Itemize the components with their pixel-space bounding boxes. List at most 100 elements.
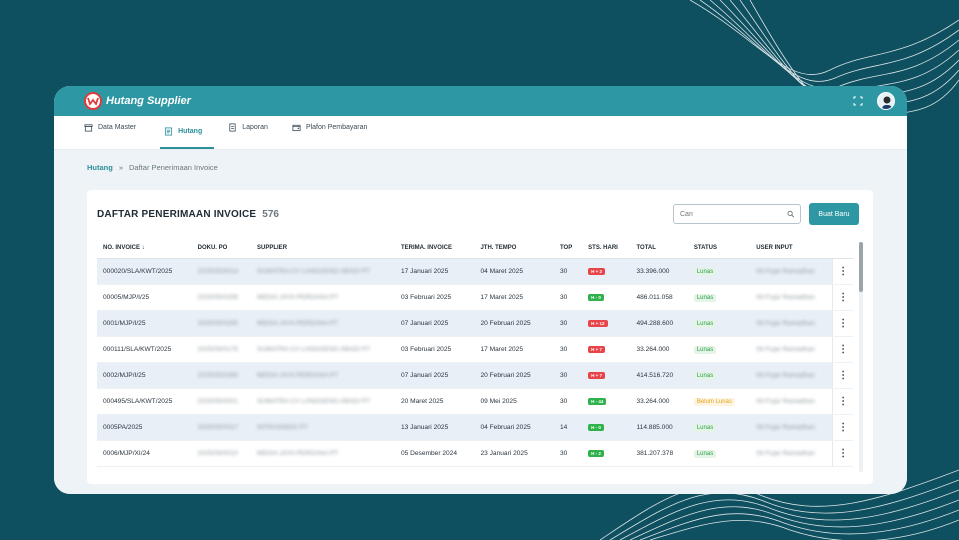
cell-top: 30 [553,310,583,337]
cell-user-input: Sti Fujar Ramadhan [750,414,833,441]
column-header-supplier[interactable]: SUPPLIER [251,238,395,259]
cell-supplier: INTRASINDO PT [251,414,395,441]
app-title: Hutang Supplier [106,95,191,107]
cell-top: 30 [553,388,583,415]
column-header-actions [832,238,853,259]
cell-doku-po: 2025/05/0001 [191,388,252,415]
breadcrumb: Hutang » Daftar Penerimaan Invoice [87,158,873,176]
more-options-icon[interactable]: ⋮ [838,448,848,459]
more-options-icon[interactable]: ⋮ [838,292,848,303]
more-options-icon[interactable]: ⋮ [838,370,848,381]
search-input[interactable] [680,210,787,218]
cell-actions: ⋮ [832,310,853,337]
cell-no-invoice[interactable]: 0002/MJP/I/25 [97,362,192,389]
column-header-status[interactable]: STATUS [687,238,751,259]
cell-jth-tempo: 20 Februari 2025 [474,362,554,389]
more-options-icon[interactable]: ⋮ [838,422,848,433]
sts-hari-badge: H + 7 [588,371,606,379]
cell-jth-tempo: 04 Februari 2025 [474,414,554,441]
cell-no-invoice[interactable]: 000111/SLA/KWT/2025 [97,336,192,363]
cell-no-invoice[interactable]: 0006/MJP/XI/24 [97,440,192,467]
cell-no-invoice[interactable]: 0005PA/2025 [97,414,192,441]
table-row[interactable]: 000495/SLA/KWT/2025 2025/05/0001 SUMATRA C… [97,388,853,415]
cell-sts-hari: H - 0 [582,284,631,311]
cell-status: Belum Lunas [687,388,751,415]
invoice-list-card: DAFTAR PENERIMAAN INVOICE 576 Buat Baru … [87,190,873,484]
cell-supplier: MEDIA JAYA PERDANA PT [251,310,395,337]
cell-jth-tempo: 23 Januari 2025 [474,440,554,467]
menu-item-hutang[interactable]: Hutang [160,115,215,149]
create-new-button[interactable]: Buat Baru [809,203,859,225]
search-box [673,204,801,224]
column-header-top[interactable]: TOP [553,238,583,259]
column-header-terima-invoice[interactable]: TERIMA. INVOICE [394,238,475,259]
table-row[interactable]: 00005/MJP/I/25 2025/05/0256 MEDIA JAYA PER… [97,284,853,311]
scrollbar-thumb[interactable] [859,242,863,292]
more-options-icon[interactable]: ⋮ [838,396,848,407]
more-options-icon[interactable]: ⋮ [838,318,848,329]
cell-top: 30 [553,336,583,363]
table-row[interactable]: 000111/SLA/KWT/2025 2025/05/0175 SUMATRA C… [97,336,853,363]
table-row[interactable]: 0006/MJP/XI/24 2025/05/0010 MEDIA JAYA PER… [97,440,853,467]
cell-supplier: MEDIA JAYA PERDANA PT [251,362,395,389]
cell-user-input: Sti Fujar Ramadhan [750,336,833,363]
cell-doku-po: 2025/05/0014 [191,258,252,285]
column-header-total[interactable]: TOTAL [630,238,688,259]
table-row[interactable]: 0002/MJP/I/25 2025/05/0265 MEDIA JAYA PERD… [97,362,853,389]
menu-item-label: Hutang [178,127,203,135]
breadcrumb-separator: » [118,162,124,172]
cell-jth-tempo: 04 Maret 2025 [474,258,554,285]
column-header-sts-hari[interactable]: STS. HARI [582,238,631,259]
table-row[interactable]: 0005PA/2025 2025/05/0017 INTRASINDO PT 13 J… [97,414,853,441]
cell-supplier: SUMATRA CV LANGGENG ABADI PT [251,258,395,285]
cell-sts-hari: H + 2 [582,258,631,285]
cell-no-invoice[interactable]: 000020/SLA/KWT/2025 [97,258,192,285]
more-options-icon[interactable]: ⋮ [838,344,848,355]
table-scrollbar[interactable] [859,242,863,472]
cell-user-input: Sti Fujar Ramadhan [750,388,833,415]
status-badge: Lunas [693,371,717,380]
sts-hari-badge: H - 0 [588,293,604,301]
table-row[interactable]: 0001/MJP/I/25 2025/05/0265 MEDIA JAYA PERD… [97,310,853,337]
cell-total: 33.396.000 [630,258,688,285]
cell-doku-po: 2025/05/0265 [191,362,252,389]
main-menu: Data Master Hutang Laporan Plafon Pembay… [54,116,907,150]
column-header-user-input[interactable]: USER INPUT [750,238,833,259]
user-avatar[interactable] [877,92,895,110]
cell-sts-hari: H + 12 [582,310,631,337]
column-header-no-invoice[interactable]: NO. INVOICE ↓ [97,238,192,259]
cell-actions: ⋮ [832,284,853,311]
column-header-jth-tempo[interactable]: JTH. TEMPO [474,238,554,259]
menu-item-data-master[interactable]: Data Master [84,115,146,149]
invoice-table: NO. INVOICE ↓ DOKU. PO SUPPLIER TERIMA. … [97,238,853,467]
fullscreen-icon[interactable] [853,96,863,106]
search-icon[interactable] [787,210,794,218]
cell-no-invoice[interactable]: 0001/MJP/I/25 [97,310,192,337]
more-options-icon[interactable]: ⋮ [838,266,848,277]
table-row[interactable]: 000020/SLA/KWT/2025 2025/05/0014 SUMATRA C… [97,258,853,285]
record-count: 576 [262,208,279,220]
cell-status: Lunas [687,414,751,441]
menu-item-laporan[interactable]: Laporan [228,115,278,149]
sts-hari-badge: H + 12 [588,319,608,327]
cell-no-invoice[interactable]: 00005/MJP/I/25 [97,284,192,311]
cell-status: Lunas [687,310,751,337]
cell-jth-tempo: 17 Maret 2025 [474,336,554,363]
breadcrumb-root-link[interactable]: Hutang [87,163,113,172]
cell-terima-invoice: 07 Januari 2025 [394,362,475,389]
sort-desc-icon[interactable]: ↓ [142,245,145,251]
file-icon [229,123,236,132]
menu-item-plafon-pembayaran[interactable]: Plafon Pembayaran [292,115,377,149]
cell-total: 494.288.600 [630,310,688,337]
cell-no-invoice[interactable]: 000495/SLA/KWT/2025 [97,388,192,415]
cell-supplier: MEDIA JAYA PERDANA PT [251,284,395,311]
cell-doku-po: 2025/05/0265 [191,310,252,337]
cell-sts-hari: H + 7 [582,362,631,389]
cell-terima-invoice: 07 Januari 2025 [394,310,475,337]
column-header-doku-po[interactable]: DOKU. PO [191,238,252,259]
cell-total: 33.264.000 [630,336,688,363]
card-header: DAFTAR PENERIMAAN INVOICE 576 Buat Baru [97,190,859,238]
top-bar: Hutang Supplier [54,86,907,116]
table-header-row: NO. INVOICE ↓ DOKU. PO SUPPLIER TERIMA. … [97,238,853,259]
cell-top: 30 [553,362,583,389]
